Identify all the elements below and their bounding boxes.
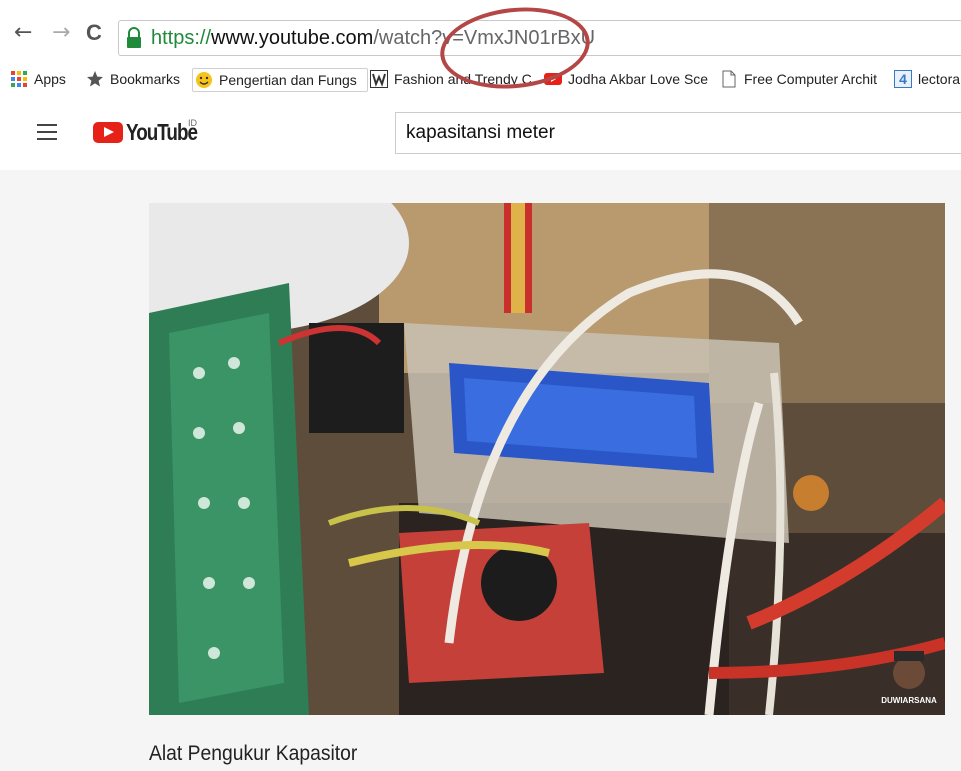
back-button[interactable]: ←: [14, 22, 32, 44]
bookmark-label: Jodha Akbar Love Sce: [568, 71, 709, 87]
video-player[interactable]: DUWIARSANA: [149, 203, 945, 715]
search-input[interactable]: kapasitansi meter: [395, 112, 961, 154]
four-logo-icon: 4: [894, 70, 912, 88]
bookmark-bookmarks[interactable]: Bookmarks: [86, 68, 184, 90]
url-host: www.youtube.com: [211, 27, 374, 49]
apps-grid-icon: [11, 71, 27, 87]
watch-page: DUWIARSANA Alat Pengukur Kapasitor: [0, 170, 961, 771]
page-icon: [722, 70, 736, 88]
menu-icon[interactable]: [37, 124, 57, 140]
lock-icon: [127, 27, 141, 48]
youtube-header: YouTube ID kapasitansi meter: [0, 96, 961, 170]
bookmark-label: Bookmarks: [110, 71, 181, 87]
star-icon: [87, 71, 103, 87]
bookmark-label: lectora: [918, 71, 961, 87]
country-code: ID: [188, 118, 197, 128]
youtube-play-icon: [93, 121, 123, 143]
bookmark-label: Pengertian dan Fungs: [219, 72, 357, 88]
video-thumbnail: DUWIARSANA: [149, 203, 945, 715]
reload-button[interactable]: C: [86, 22, 102, 44]
bookmark-lectora[interactable]: 4 lectora: [894, 68, 961, 90]
channel-watermark: DUWIARSANA: [881, 696, 937, 705]
bookmark-label: Free Computer Archit: [744, 71, 878, 87]
video-title: Alat Pengukur Kapasitor: [149, 742, 358, 765]
forward-button[interactable]: →: [52, 22, 70, 44]
bookmark-pengertian[interactable]: Pengertian dan Fungs: [192, 68, 368, 92]
bookmark-label: Apps: [34, 71, 66, 87]
search-query: kapasitansi meter: [406, 122, 555, 143]
bookmark-apps[interactable]: Apps: [10, 68, 74, 90]
bookmark-free-computer[interactable]: Free Computer Archit: [720, 68, 885, 90]
url-scheme: https://: [151, 27, 212, 49]
smiley-icon: [196, 72, 212, 88]
svg-text:4: 4: [899, 71, 907, 87]
youtube-logo-text: YouTube: [126, 118, 198, 145]
w-logo-icon: [370, 70, 388, 88]
